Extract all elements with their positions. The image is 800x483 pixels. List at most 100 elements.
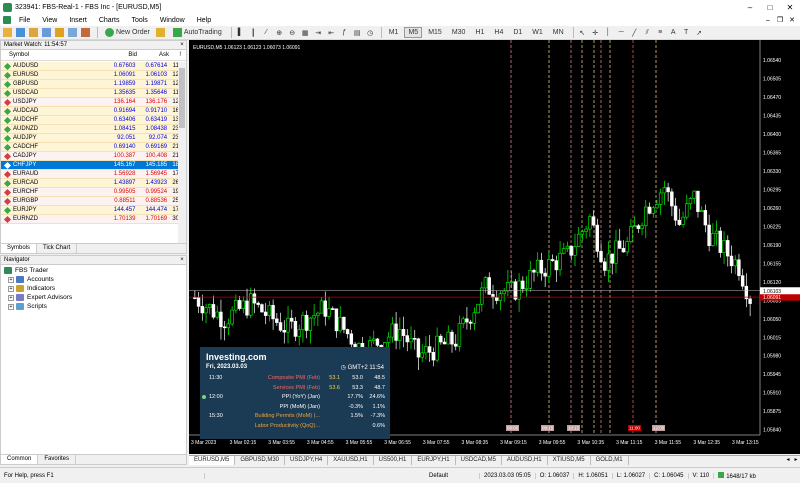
- period-h1[interactable]: H1: [471, 27, 488, 38]
- market-watch-icon[interactable]: [29, 27, 40, 38]
- new-chart-icon[interactable]: [3, 27, 14, 38]
- market-watch-row-cadchf[interactable]: CADCHF 0.69140 0.69169 21: [1, 143, 179, 152]
- column-ask[interactable]: Ask: [137, 52, 169, 58]
- period-h4[interactable]: H4: [490, 27, 507, 38]
- market-watch-row-usdcad[interactable]: USDCAD 1.35635 1.35646 11: [1, 89, 179, 98]
- menu-charts[interactable]: Charts: [93, 17, 126, 24]
- market-watch-row-audusd[interactable]: AUDUSD 0.67603 0.67614 11: [1, 62, 179, 71]
- horizontal-line-icon[interactable]: ─: [616, 27, 627, 38]
- label-tool-icon[interactable]: T: [681, 27, 692, 38]
- navigator-item-accounts[interactable]: + Accounts: [4, 275, 186, 284]
- market-watch-row-audchf[interactable]: AUDCHF 0.63406 0.63419 13: [1, 116, 179, 125]
- calendar-event-row[interactable]: Labor Productivity (QoQ)... 0.6%: [200, 422, 390, 430]
- period-m1[interactable]: M1: [385, 27, 403, 38]
- chart-tab-us500-h1[interactable]: US500,H1: [374, 456, 413, 465]
- tab-common[interactable]: Common: [1, 455, 39, 464]
- navigator-item-expert-advisors[interactable]: + Expert Advisors: [4, 293, 186, 302]
- indicators-icon[interactable]: ƒ: [339, 27, 350, 38]
- market-watch-row-eurchf[interactable]: EURCHF 0.99505 0.99524 19: [1, 188, 179, 197]
- chart-tab-eurusd-m5[interactable]: EURUSD,M5: [189, 456, 236, 465]
- chart-tab-usdcad-m5[interactable]: USDCAD,M5: [456, 456, 502, 465]
- line-chart-icon[interactable]: ⁄: [261, 27, 272, 38]
- market-watch-row-cadjpy[interactable]: CADJPY 100.387 100.408 21: [1, 152, 179, 161]
- scroll-left-icon[interactable]: ◂: [784, 456, 792, 465]
- calendar-event-row[interactable]: 15:30 Building Permits (MoM) (... 1.5% -7.3…: [200, 412, 390, 420]
- data-window-icon[interactable]: [42, 27, 53, 38]
- chart-tab-xtiusd-m5[interactable]: XTIUSD,M5: [548, 456, 591, 465]
- market-watch-row-eurnzd[interactable]: EURNZD 1.70139 1.70169 30: [1, 215, 179, 224]
- market-watch-row-eurjpy[interactable]: EURJPY 144.457 144.474 17: [1, 206, 179, 215]
- maximize-icon[interactable]: □: [760, 0, 780, 14]
- close-icon[interactable]: ×: [178, 42, 186, 48]
- tile-windows-icon[interactable]: ▦: [300, 27, 311, 38]
- calendar-event-row[interactable]: 11:30 Composite PMI (Feb) 53.1 53.0 48.5: [200, 374, 390, 382]
- market-watch-row-usdjpy[interactable]: USDJPY 136.164 136.176 12: [1, 98, 179, 107]
- tab-symbols[interactable]: Symbols: [1, 244, 38, 253]
- crosshair-icon[interactable]: ✛: [590, 27, 601, 38]
- profiles-icon[interactable]: [16, 27, 27, 38]
- cursor-icon[interactable]: ↖: [577, 27, 588, 38]
- chart-tab-audusd-h1[interactable]: AUDUSD,H1: [502, 456, 548, 465]
- scrollbar-thumb[interactable]: [179, 68, 185, 128]
- templates-icon[interactable]: ▤: [352, 27, 363, 38]
- chart-tab-eurjpy-h1[interactable]: EURJPY,H1: [412, 456, 456, 465]
- market-watch-row-audnzd[interactable]: AUDNZD 1.08415 1.08438 23: [1, 125, 179, 134]
- trendline-icon[interactable]: ╱: [629, 27, 640, 38]
- market-watch-row-eurcad[interactable]: EURCAD 1.43897 1.43923 26: [1, 179, 179, 188]
- status-profile[interactable]: Default: [425, 472, 480, 479]
- auto-scroll-icon[interactable]: ⇥: [313, 27, 324, 38]
- strategy-tester-icon[interactable]: [81, 27, 92, 38]
- menu-insert[interactable]: Insert: [63, 17, 93, 24]
- period-mn[interactable]: MN: [549, 27, 568, 38]
- calendar-event-row[interactable]: 12:00 PPI (YoY) (Jan) 17.7% 24.6%: [200, 393, 390, 401]
- terminal-icon[interactable]: [68, 27, 79, 38]
- market-watch-row-gbpusd[interactable]: GBPUSD 1.19859 1.19871 12: [1, 80, 179, 89]
- market-watch-row-euraud[interactable]: EURAUD 1.56928 1.56945 17: [1, 170, 179, 179]
- chart-close-icon[interactable]: ✕: [786, 14, 798, 26]
- market-watch-scrollbar[interactable]: [178, 62, 186, 243]
- channel-icon[interactable]: ⫽: [642, 27, 653, 38]
- menu-file[interactable]: File: [13, 17, 36, 24]
- chart-shift-icon[interactable]: ⇤: [326, 27, 337, 38]
- close-icon[interactable]: ×: [178, 257, 186, 263]
- zoom-out-icon[interactable]: ⊖: [287, 27, 298, 38]
- chart-tab-gold-m1[interactable]: GOLD,M1: [591, 456, 629, 465]
- expand-icon[interactable]: +: [8, 285, 14, 292]
- calendar-event-row[interactable]: Services PMI (Feb) 53.6 53.3 48.7: [200, 384, 390, 392]
- period-m15[interactable]: M15: [424, 27, 446, 38]
- period-clock-icon[interactable]: ◷: [365, 27, 376, 38]
- menu-help[interactable]: Help: [191, 17, 217, 24]
- new-order-button[interactable]: New Order: [101, 27, 154, 38]
- bar-chart-icon[interactable]: ▌: [235, 27, 246, 38]
- investing-calendar-widget[interactable]: Investing.com Fri, 2023.03.03 ◷ GMT+2 11…: [200, 347, 390, 439]
- navigator-icon[interactable]: [55, 27, 66, 38]
- chart-tab-gbpusd-m30[interactable]: GBPUSD,M30: [235, 456, 286, 465]
- close-icon[interactable]: ✕: [780, 0, 800, 14]
- period-m30[interactable]: M30: [448, 27, 470, 38]
- column-spread[interactable]: !: [169, 52, 181, 58]
- menu-tools[interactable]: Tools: [125, 17, 153, 24]
- navigator-item-indicators[interactable]: + Indicators: [4, 284, 186, 293]
- column-bid[interactable]: Bid: [97, 52, 137, 58]
- calendar-event-row[interactable]: PPI (MoM) (Jan) -0.3% 1.1%: [200, 403, 390, 411]
- tab-favorites[interactable]: Favorites: [38, 455, 77, 464]
- expand-icon[interactable]: +: [8, 276, 14, 283]
- market-watch-row-eurusd[interactable]: EURUSD 1.06091 1.06103 12: [1, 71, 179, 80]
- arrows-tool-icon[interactable]: ➚: [694, 27, 705, 38]
- navigator-item-fbs-trader[interactable]: FBS Trader: [4, 266, 186, 275]
- market-watch-row-audcad[interactable]: AUDCAD 0.91694 0.91710 16: [1, 107, 179, 116]
- metaeditor-icon[interactable]: [155, 27, 167, 38]
- expand-icon[interactable]: +: [8, 303, 14, 310]
- menu-window[interactable]: Window: [154, 17, 191, 24]
- chart-tab-xauusd-h1[interactable]: XAUUSD,H1: [328, 456, 374, 465]
- chart-tab-usdjpy-h4[interactable]: USDJPY,H4: [285, 456, 329, 465]
- chart-window-icon[interactable]: [3, 16, 11, 24]
- chart-restore-icon[interactable]: ❐: [774, 14, 786, 26]
- candlestick-icon[interactable]: ┃: [248, 27, 259, 38]
- minimize-icon[interactable]: –: [740, 0, 760, 14]
- tab-tick-chart[interactable]: Tick Chart: [37, 244, 78, 253]
- period-m5[interactable]: M5: [404, 27, 423, 38]
- fibonacci-icon[interactable]: ≡: [655, 27, 666, 38]
- zoom-in-icon[interactable]: ⊕: [274, 27, 285, 38]
- period-w1[interactable]: W1: [528, 27, 547, 38]
